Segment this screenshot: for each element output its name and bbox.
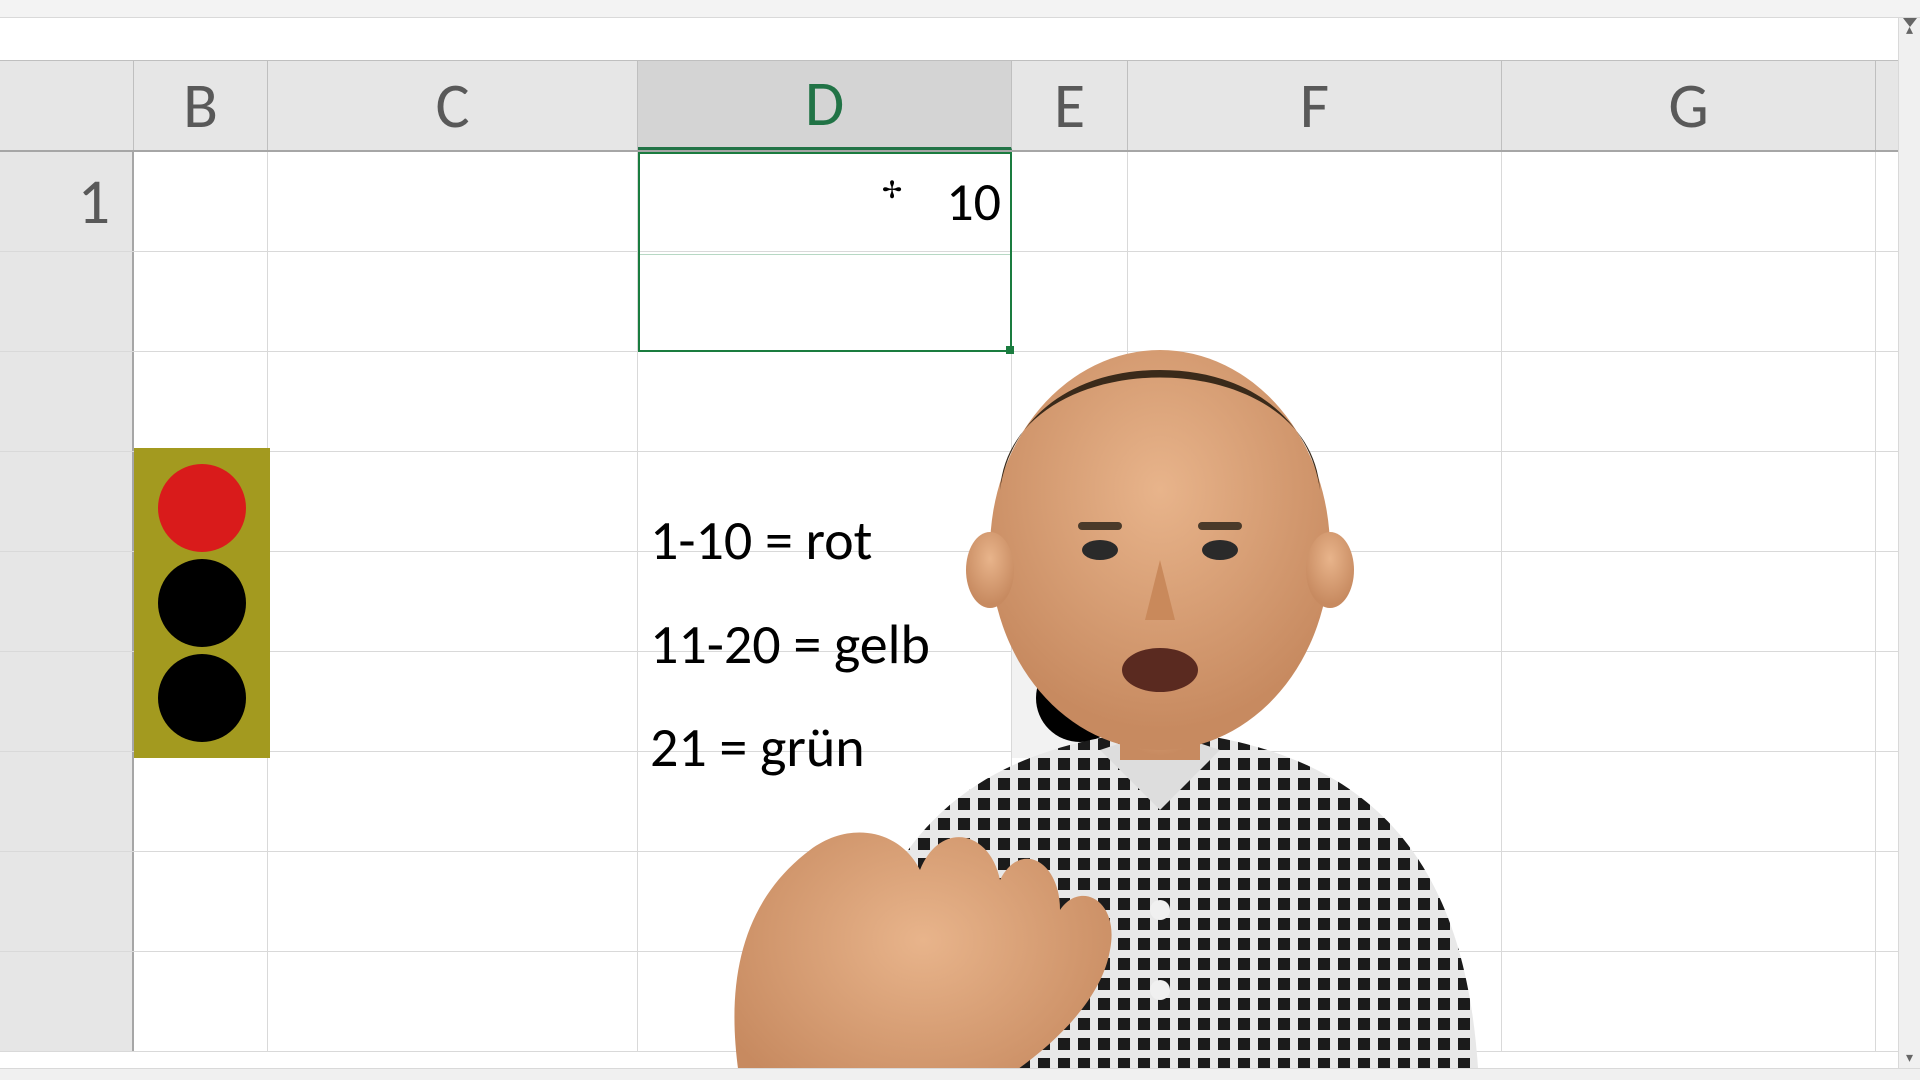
cell-G8[interactable] bbox=[1502, 852, 1876, 951]
column-header-B[interactable]: B bbox=[134, 61, 268, 150]
row-header-6[interactable] bbox=[0, 652, 134, 751]
cell-E1[interactable] bbox=[1012, 152, 1128, 251]
cell-C3[interactable] bbox=[268, 352, 638, 451]
row-5 bbox=[0, 552, 1920, 652]
cell-E8[interactable] bbox=[1012, 852, 1128, 951]
traffic-light-red-icon bbox=[1036, 464, 1124, 552]
dropdown-arrow-icon[interactable] bbox=[1903, 18, 1917, 27]
cell-F5[interactable] bbox=[1128, 552, 1502, 651]
row-header-label: 1 bbox=[78, 163, 110, 241]
row-header-1[interactable]: 1 bbox=[0, 152, 134, 251]
cell-G9[interactable] bbox=[1502, 952, 1876, 1051]
cell-F6[interactable] bbox=[1128, 652, 1502, 751]
cell-D1[interactable]: 10 bbox=[638, 152, 1012, 251]
cell-B1[interactable] bbox=[134, 152, 268, 251]
traffic-light-shape-right[interactable] bbox=[1012, 448, 1148, 758]
rule-line: 11-20 = gelb bbox=[650, 594, 930, 698]
column-header-label: B bbox=[183, 67, 218, 145]
row-8 bbox=[0, 852, 1920, 952]
cell-E9[interactable] bbox=[1012, 952, 1128, 1051]
traffic-light-green-off-icon bbox=[158, 654, 246, 742]
cell-B2[interactable] bbox=[134, 252, 268, 351]
cell-B7[interactable] bbox=[134, 752, 268, 851]
column-header-label: G bbox=[1668, 67, 1708, 145]
cell-C6[interactable] bbox=[268, 652, 638, 751]
column-headers: B C D E F G bbox=[0, 60, 1920, 152]
cell-D9[interactable] bbox=[638, 952, 1012, 1051]
cell-F8[interactable] bbox=[1128, 852, 1502, 951]
column-header-D[interactable]: D bbox=[638, 61, 1012, 150]
cell-F9[interactable] bbox=[1128, 952, 1502, 1051]
legend-rules-text: 1-10 = rot 11-20 = gelb 21 = grün bbox=[650, 490, 930, 801]
row-9 bbox=[0, 952, 1920, 1052]
spreadsheet-area: B C D E F G 1 10 bbox=[0, 60, 1920, 1068]
cell-G3[interactable] bbox=[1502, 352, 1876, 451]
scroll-down-arrow-icon[interactable]: ▾ bbox=[1899, 1046, 1920, 1068]
cell-D2[interactable] bbox=[638, 252, 1012, 351]
rule-line: 1-10 = rot bbox=[650, 490, 930, 594]
row-header-7[interactable] bbox=[0, 752, 134, 851]
row-header-2[interactable] bbox=[0, 252, 134, 351]
vertical-scrollbar[interactable]: ▴ ▾ bbox=[1898, 18, 1920, 1068]
cell-B8[interactable] bbox=[134, 852, 268, 951]
row-header-3[interactable] bbox=[0, 352, 134, 451]
cell-G7[interactable] bbox=[1502, 752, 1876, 851]
traffic-light-yellow-off-icon bbox=[1036, 559, 1124, 647]
cell-F1[interactable] bbox=[1128, 152, 1502, 251]
select-all-corner[interactable] bbox=[0, 61, 134, 150]
column-header-C[interactable]: C bbox=[268, 61, 638, 150]
row-header-5[interactable] bbox=[0, 552, 134, 651]
formula-bar-gap bbox=[0, 18, 1920, 60]
row-1: 1 10 bbox=[0, 152, 1920, 252]
cell-E2[interactable] bbox=[1012, 252, 1128, 351]
cell-C2[interactable] bbox=[268, 252, 638, 351]
row-7 bbox=[0, 752, 1920, 852]
cell-B9[interactable] bbox=[134, 952, 268, 1051]
row-header-4[interactable] bbox=[0, 452, 134, 551]
cell-G4[interactable] bbox=[1502, 452, 1876, 551]
cell-B3[interactable] bbox=[134, 352, 268, 451]
cell-G2[interactable] bbox=[1502, 252, 1876, 351]
column-header-E[interactable]: E bbox=[1012, 61, 1128, 150]
row-header-8[interactable] bbox=[0, 852, 134, 951]
traffic-light-shape-left[interactable] bbox=[134, 448, 270, 758]
row-header-9[interactable] bbox=[0, 952, 134, 1051]
column-header-label: D bbox=[805, 65, 844, 143]
cell-value: 10 bbox=[946, 169, 1001, 235]
cell-grid: 1 10 bbox=[0, 152, 1920, 1068]
row-3 bbox=[0, 352, 1920, 452]
cell-F2[interactable] bbox=[1128, 252, 1502, 351]
cell-F4[interactable] bbox=[1128, 452, 1502, 551]
cell-C9[interactable] bbox=[268, 952, 638, 1051]
row-6 bbox=[0, 652, 1920, 752]
cell-C5[interactable] bbox=[268, 552, 638, 651]
cell-G6[interactable] bbox=[1502, 652, 1876, 751]
horizontal-scrollbar[interactable] bbox=[0, 1068, 1920, 1080]
column-header-label: C bbox=[435, 67, 469, 145]
cell-F7[interactable] bbox=[1128, 752, 1502, 851]
row-2 bbox=[0, 252, 1920, 352]
rule-line: 21 = grün bbox=[650, 697, 930, 801]
column-header-label: E bbox=[1054, 67, 1085, 145]
cell-C7[interactable] bbox=[268, 752, 638, 851]
column-header-F[interactable]: F bbox=[1128, 61, 1502, 150]
cell-E7[interactable] bbox=[1012, 752, 1128, 851]
window-chrome-strip bbox=[0, 0, 1920, 18]
traffic-light-green-off-icon bbox=[1036, 654, 1124, 742]
traffic-light-red-icon bbox=[158, 464, 246, 552]
cell-C4[interactable] bbox=[268, 452, 638, 551]
cell-G1[interactable] bbox=[1502, 152, 1876, 251]
cell-D3[interactable] bbox=[638, 352, 1012, 451]
cell-E3[interactable] bbox=[1012, 352, 1128, 451]
cell-C8[interactable] bbox=[268, 852, 638, 951]
column-header-G[interactable]: G bbox=[1502, 61, 1876, 150]
cell-F3[interactable] bbox=[1128, 352, 1502, 451]
traffic-light-yellow-off-icon bbox=[158, 559, 246, 647]
column-header-label: F bbox=[1300, 67, 1329, 145]
row-4 bbox=[0, 452, 1920, 552]
cell-C1[interactable] bbox=[268, 152, 638, 251]
cell-G5[interactable] bbox=[1502, 552, 1876, 651]
cell-D8[interactable] bbox=[638, 852, 1012, 951]
